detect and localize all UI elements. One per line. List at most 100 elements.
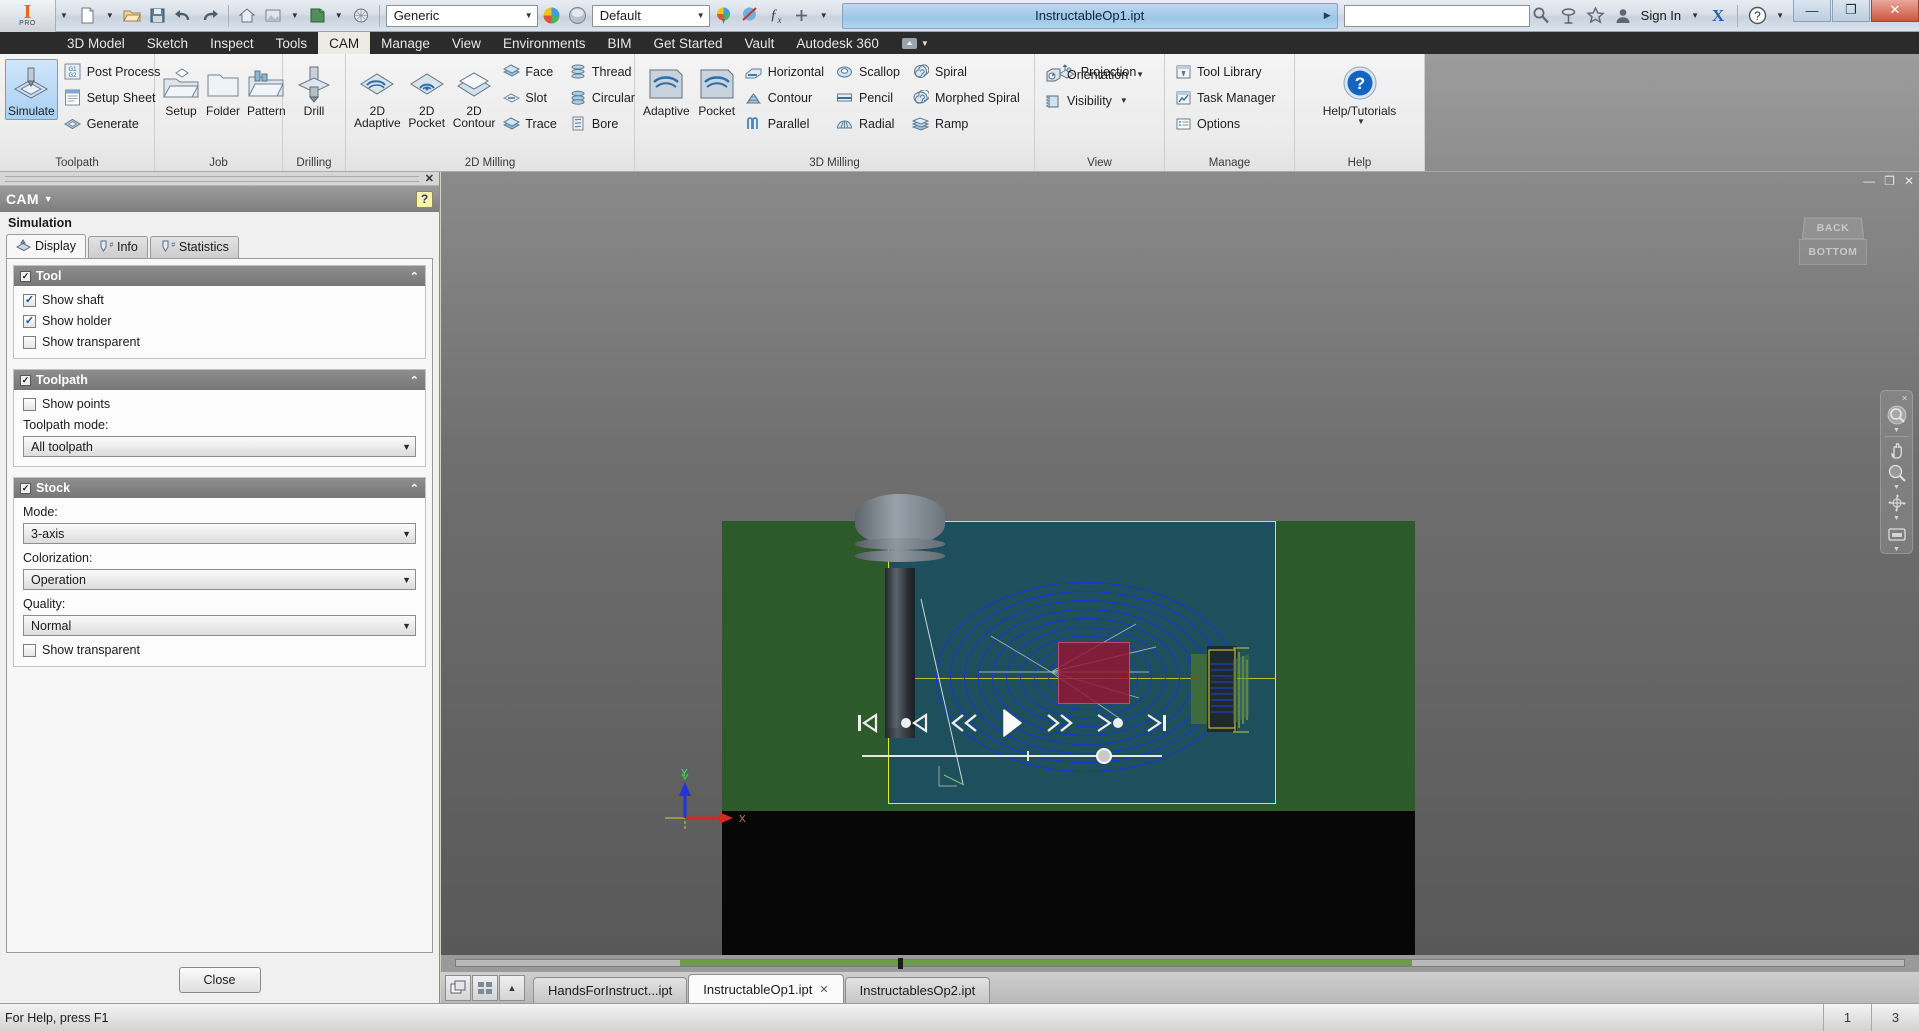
open-file-button[interactable] <box>120 4 144 28</box>
play-button[interactable] <box>999 707 1025 739</box>
parameters-fx-button[interactable]: ƒx <box>764 4 788 28</box>
skip-to-start-button[interactable] <box>856 711 878 735</box>
ribbon-tab-view[interactable]: View <box>441 32 492 54</box>
close-simulation-button[interactable]: Close <box>178 967 261 993</box>
pencil-button[interactable]: Pencil <box>832 85 908 110</box>
ribbon-tab-tools[interactable]: Tools <box>265 32 319 54</box>
sign-in-avatar-icon[interactable] <box>1611 4 1635 28</box>
pan-icon[interactable] <box>1885 439 1909 461</box>
options-button[interactable]: Options <box>1170 111 1284 136</box>
new-file-chevron-down-icon[interactable]: ▼ <box>106 11 114 20</box>
stock-show-transparent-checkbox[interactable] <box>23 643 36 657</box>
panel-drag-grip[interactable]: ✕ <box>0 172 439 186</box>
section-toolpath-header[interactable]: ✓ Toolpath ⌃ <box>14 370 425 390</box>
visibility-chevron-down-icon[interactable]: ▼ <box>1120 96 1128 105</box>
toolpath-mode-select[interactable]: All toolpath ▼ <box>23 436 416 457</box>
search-icon[interactable] <box>1530 4 1554 28</box>
ramp-button[interactable]: Ramp <box>908 111 1028 136</box>
ribbon-tab-bim[interactable]: BIM <box>596 32 642 54</box>
bore-button[interactable]: Bore <box>565 111 643 136</box>
contour-2d-button[interactable]: 2D Contour <box>450 59 499 132</box>
ribbon-tab-cam[interactable]: CAM <box>318 32 371 54</box>
post-process-button[interactable]: G1 G2 Post Process <box>60 59 169 84</box>
tab-info[interactable]: # Info <box>88 236 148 258</box>
morphed-spiral-button[interactable]: Morphed Spiral <box>908 85 1028 110</box>
rewind-button[interactable] <box>950 711 978 735</box>
checkbox-stock-show-transparent[interactable]: Show transparent <box>23 643 416 657</box>
step-back-operation-button[interactable] <box>899 711 929 735</box>
stock-colorization-select[interactable]: Operation ▼ <box>23 569 416 590</box>
viewport-restore-button[interactable]: ❐ <box>1884 175 1895 187</box>
tab-display[interactable]: Display <box>6 234 86 258</box>
sign-in-chevron-down-icon[interactable]: ▼ <box>1691 11 1699 20</box>
section-toolpath-collapse-icon[interactable]: ⌃ <box>410 374 419 387</box>
show-holder-checkbox[interactable]: ✓ <box>23 314 36 328</box>
simulation-progress-track[interactable] <box>455 958 1905 969</box>
stock-quality-select[interactable]: Normal ▼ <box>23 615 416 636</box>
ribbon-tab-get-started[interactable]: Get Started <box>643 32 734 54</box>
close-button[interactable]: ✕ <box>1871 0 1919 22</box>
favorites-star-icon[interactable] <box>1584 4 1608 28</box>
show-shaft-checkbox[interactable]: ✓ <box>23 293 36 307</box>
document-tab-instructable-op1[interactable]: InstructableOp1.ipt ✕ <box>688 974 844 1003</box>
orbit-icon[interactable] <box>1885 492 1909 514</box>
appearance-swatch-icon[interactable] <box>566 4 590 28</box>
communication-center-icon[interactable] <box>1557 4 1581 28</box>
section-tool-header[interactable]: ✓ Tool ⌃ <box>14 266 425 286</box>
visibility-button[interactable]: Visibility ▼ <box>1040 88 1152 113</box>
steering-wheel-icon[interactable] <box>1885 404 1909 426</box>
skip-to-end-button[interactable] <box>1146 711 1168 735</box>
ribbon-tab-vault[interactable]: Vault <box>734 32 786 54</box>
pocket-3d-button[interactable]: Pocket <box>693 59 741 120</box>
checkbox-show-points[interactable]: Show points <box>23 397 416 411</box>
view-cube[interactable]: BACK BOTTOM <box>1795 217 1871 279</box>
zoom-chevron-down-icon[interactable]: ▼ <box>1893 484 1900 491</box>
section-stock-header[interactable]: ✓ Stock ⌃ <box>14 478 425 498</box>
thread-button[interactable]: Thread <box>565 59 643 84</box>
section-tool-checkbox[interactable]: ✓ <box>20 270 31 282</box>
look-chevron-down-icon[interactable]: ▼ <box>1893 546 1900 553</box>
home-view-button[interactable] <box>235 4 259 28</box>
generate-button[interactable]: Generate <box>60 111 169 136</box>
arrange-windows-button[interactable] <box>472 975 498 1001</box>
material-combo[interactable]: Generic ▼ <box>385 4 538 27</box>
panel-close-icon[interactable]: ✕ <box>425 172 434 185</box>
cam-panel-chevron-down-icon[interactable]: ▼ <box>44 194 53 204</box>
orientation-chevron-down-icon[interactable]: ▼ <box>1136 70 1144 79</box>
step-forward-operation-button[interactable] <box>1095 711 1125 735</box>
playback-slider-thumb[interactable] <box>1096 748 1112 764</box>
application-menu-button[interactable]: I PRO <box>0 0 56 32</box>
3d-viewport[interactable]: — ❐ ✕ BACK BOTTOM ✕ ▼ ▼ ▼ ▼ X Y <box>441 172 1919 981</box>
ribbon-tab-environments[interactable]: Environments <box>492 32 597 54</box>
pattern-button[interactable]: Pattern <box>244 59 289 120</box>
folder-button[interactable]: Folder <box>202 59 244 120</box>
simulate-button[interactable]: Simulate <box>5 59 58 120</box>
checkbox-show-shaft[interactable]: ✓ Show shaft <box>23 293 416 307</box>
help-chevron-down-icon[interactable]: ▼ <box>1776 11 1784 20</box>
orientation-button[interactable]: Orientation ▼ <box>1040 62 1152 87</box>
setup-sheet-button[interactable]: Setup Sheet <box>60 85 169 110</box>
contour-button[interactable]: Contour <box>741 85 832 110</box>
section-stock-checkbox[interactable]: ✓ <box>20 482 31 494</box>
minimize-button[interactable]: — <box>1793 0 1831 22</box>
render-button[interactable] <box>349 4 373 28</box>
material-swatch-icon[interactable] <box>540 4 564 28</box>
material-button[interactable] <box>305 4 329 28</box>
viewport-close-button[interactable]: ✕ <box>1904 175 1914 187</box>
viewport-minimize-button[interactable]: — <box>1863 175 1875 187</box>
qat-overflow-chevron-down-icon[interactable]: ▼ <box>820 11 828 20</box>
section-tool-collapse-icon[interactable]: ⌃ <box>410 270 419 283</box>
help-icon[interactable]: ? <box>1745 4 1769 28</box>
color-wheel-icon[interactable] <box>712 4 736 28</box>
exchange-apps-icon[interactable]: X <box>1706 4 1730 28</box>
stock-mode-select[interactable]: 3-axis ▼ <box>23 523 416 544</box>
save-button[interactable] <box>146 4 170 28</box>
help-tutorials-chevron-down-icon[interactable]: ▼ <box>1357 117 1365 126</box>
ribbon-display-options-icon[interactable]: ▼ <box>890 32 940 54</box>
view-cube-bottom-face[interactable]: BOTTOM <box>1799 239 1867 265</box>
search-input[interactable] <box>1343 4 1530 27</box>
clear-appearance-icon[interactable] <box>738 4 762 28</box>
view-cube-back-face[interactable]: BACK <box>1801 217 1865 240</box>
parallel-button[interactable]: Parallel <box>741 111 832 136</box>
fast-forward-button[interactable] <box>1046 711 1074 735</box>
